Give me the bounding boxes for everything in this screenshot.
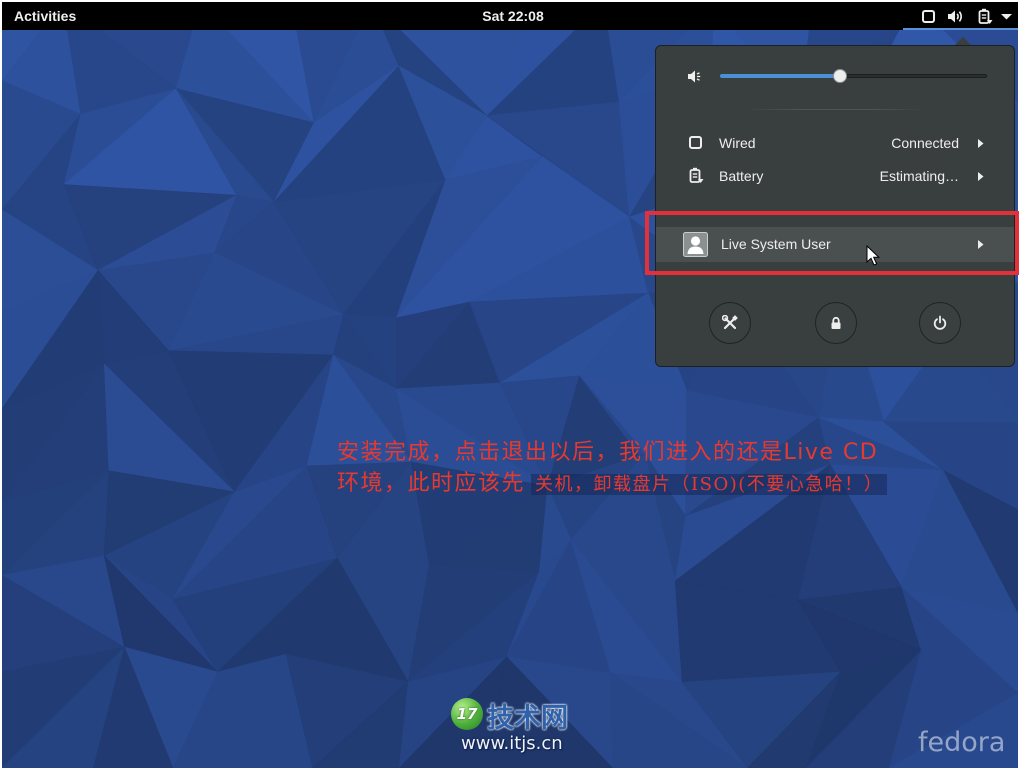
mouse-cursor-icon xyxy=(866,245,880,266)
menu-separator xyxy=(745,109,925,110)
battery-icon xyxy=(689,167,704,183)
status-area-active-indicator xyxy=(903,28,1018,30)
battery-row[interactable]: Battery Estimating… xyxy=(656,161,1014,191)
system-menu: Wired Connected Battery Estimating… Live… xyxy=(655,45,1015,367)
battery-icon xyxy=(978,8,993,24)
annotation-highlight-box xyxy=(645,211,1019,275)
watermark-logo: 17 xyxy=(451,698,483,730)
volume-icon xyxy=(948,10,962,23)
annotation-text: 安装完成，点击退出以后，我们进入的还是Live CD 环境，此时应该先 关机，卸载… xyxy=(337,437,888,499)
volume-slider[interactable] xyxy=(720,74,987,78)
chevron-right-icon xyxy=(978,172,984,181)
top-bar: Activities Sat 22:08 xyxy=(2,2,1018,30)
annotation-line-2-end: 关机，卸载盘片（ISO)(不要心急哈！） xyxy=(531,474,888,495)
settings-button[interactable] xyxy=(709,302,751,344)
wired-row[interactable]: Wired Connected xyxy=(656,128,1014,158)
watermark-brand: 技术网 xyxy=(487,703,568,734)
volume-slider-knob[interactable] xyxy=(833,69,848,83)
activities-button[interactable]: Activities xyxy=(14,2,76,30)
power-button[interactable] xyxy=(919,302,961,344)
status-area[interactable] xyxy=(905,2,1018,30)
annotation-line-1: 安装完成，点击退出以后，我们进入的还是Live CD xyxy=(337,440,879,465)
volume-slider-fill xyxy=(720,74,841,78)
volume-low-icon xyxy=(688,70,701,83)
annotation-line-2: 环境，此时应该先 关机，卸载盘片（ISO)(不要心急哈！） xyxy=(337,468,888,499)
lock-button[interactable] xyxy=(815,302,857,344)
chevron-right-icon xyxy=(978,139,984,148)
network-wired-icon xyxy=(689,136,702,149)
battery-status: Estimating… xyxy=(879,168,959,184)
clock[interactable]: Sat 22:08 xyxy=(463,2,563,30)
battery-label: Battery xyxy=(719,168,764,184)
fedora-logo: fedora xyxy=(918,727,1006,758)
network-wired-icon xyxy=(922,10,935,23)
annotation-line-2-start: 环境，此时应该先 xyxy=(337,471,526,496)
settings-icon xyxy=(722,315,738,330)
wired-label: Wired xyxy=(719,135,756,151)
wired-status: Connected xyxy=(891,135,959,151)
dropdown-arrow-icon xyxy=(1001,14,1012,20)
watermark-url: www.itjs.cn xyxy=(461,733,563,754)
lock-icon xyxy=(831,316,841,329)
power-icon xyxy=(933,315,947,330)
